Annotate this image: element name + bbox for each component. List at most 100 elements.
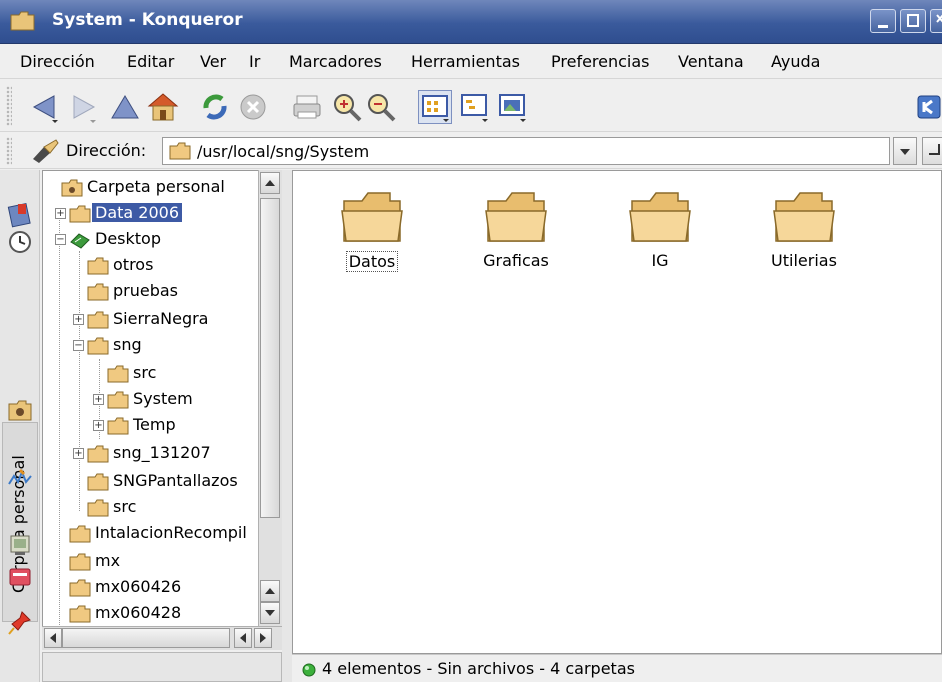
folder-icon — [87, 282, 109, 306]
status-text: 4 elementos - Sin archivos - 4 carpetas — [322, 659, 635, 678]
scroll-thumb[interactable] — [260, 198, 280, 518]
tab-carpeta-personal[interactable]: Carpeta personal — [2, 422, 38, 622]
main-toolbar — [0, 80, 942, 132]
file-item-datos[interactable]: Datos — [307, 189, 437, 289]
sidebar-status-area — [42, 652, 282, 682]
panel-splitter[interactable] — [282, 170, 292, 682]
services-icon[interactable] — [6, 562, 34, 590]
folder-icon — [595, 189, 725, 245]
folder-icon — [87, 336, 109, 360]
menu-preferencias[interactable]: Preferencias — [551, 52, 650, 71]
zoom-out-icon[interactable] — [364, 90, 398, 124]
folder-icon — [69, 578, 91, 602]
expand-icon[interactable]: + — [93, 394, 104, 405]
folder-icon — [107, 390, 129, 414]
scroll-up-button[interactable] — [260, 172, 280, 194]
location-value: /usr/local/sng/System — [197, 142, 370, 161]
location-label: Dirección: — [66, 141, 147, 160]
reload-icon[interactable] — [198, 90, 232, 124]
up-icon[interactable] — [108, 90, 142, 124]
menu-ver[interactable]: Ver — [200, 52, 226, 71]
media-player-icon[interactable] — [6, 464, 34, 492]
folder-icon — [307, 189, 437, 245]
expand-icon[interactable]: + — [73, 314, 84, 325]
file-icon-view[interactable]: Datos Graficas IG Utilerias — [292, 170, 942, 654]
folder-icon — [87, 472, 109, 496]
menu-ventana[interactable]: Ventana — [678, 52, 744, 71]
scroll-down-button[interactable] — [260, 602, 280, 624]
file-name: Datos — [345, 251, 399, 272]
home-icon[interactable] — [146, 90, 180, 124]
file-name: IG — [651, 251, 669, 270]
title-bar[interactable]: System - Konqueror — [0, 0, 942, 44]
collapse-icon[interactable]: − — [73, 340, 84, 351]
menu-herramientas[interactable]: Herramientas — [411, 52, 520, 71]
stop-icon[interactable] — [236, 90, 270, 124]
tree-horizontal-scrollbar[interactable] — [42, 626, 282, 650]
back-icon[interactable] — [28, 90, 62, 124]
folder-icon — [69, 604, 91, 628]
forward-icon[interactable] — [68, 90, 102, 124]
locbar-grip[interactable] — [6, 137, 12, 165]
scroll-left-button-right[interactable] — [234, 628, 252, 648]
expand-icon[interactable]: + — [55, 208, 66, 219]
folder-icon — [69, 524, 91, 548]
folder-icon — [107, 416, 129, 440]
zoom-in-icon[interactable] — [330, 90, 364, 124]
konqueror-icon[interactable] — [914, 90, 942, 124]
location-input[interactable]: /usr/local/sng/System — [162, 137, 890, 165]
folder-icon — [739, 189, 869, 245]
toolbar-grip[interactable] — [6, 86, 12, 126]
tree-vertical-scrollbar[interactable] — [258, 170, 282, 640]
tree-line — [59, 211, 60, 631]
icon-view-icon[interactable] — [418, 90, 452, 124]
folder-icon — [69, 552, 91, 576]
tree-view-icon[interactable] — [458, 90, 492, 124]
file-item-utilerias[interactable]: Utilerias — [739, 189, 869, 289]
folder-icon — [87, 256, 109, 280]
scroll-up-button-lower[interactable] — [260, 580, 280, 602]
close-button[interactable] — [930, 9, 942, 33]
file-name: Utilerias — [771, 251, 837, 270]
folder-tree[interactable]: Carpeta personal + Data 2006 − Desktop o… — [42, 170, 282, 640]
history-icon[interactable] — [6, 228, 34, 256]
folder-icon — [87, 498, 109, 522]
minimize-button[interactable] — [870, 9, 896, 33]
clear-location-icon[interactable] — [30, 137, 60, 169]
folder-icon — [87, 444, 109, 468]
network-folder-icon[interactable] — [6, 530, 34, 558]
maximize-button[interactable] — [900, 9, 926, 33]
folder-icon — [87, 310, 109, 334]
pin-icon[interactable] — [6, 608, 34, 636]
menu-ir[interactable]: Ir — [249, 52, 260, 71]
folder-icon — [107, 364, 129, 388]
location-bar: Dirección: /usr/local/sng/System — [0, 133, 942, 169]
tree-line — [79, 251, 80, 511]
folder-app-icon — [10, 10, 36, 36]
bookmarks-icon[interactable] — [6, 200, 34, 228]
file-item-ig[interactable]: IG — [595, 189, 725, 289]
menu-bar: Dirección Editar Ver Ir Marcadores Herra… — [0, 45, 942, 79]
home-folder-icon — [61, 178, 83, 202]
expand-icon[interactable]: + — [93, 420, 104, 431]
hscroll-thumb[interactable] — [62, 628, 230, 648]
go-button[interactable] — [922, 137, 942, 165]
print-icon[interactable] — [290, 90, 324, 124]
location-dropdown-button[interactable] — [893, 137, 917, 165]
file-name: Graficas — [483, 251, 549, 270]
scroll-left-button[interactable] — [44, 628, 62, 648]
window-title: System - Konqueror — [52, 10, 243, 30]
scroll-right-button[interactable] — [254, 628, 272, 648]
menu-ayuda[interactable]: Ayuda — [771, 52, 820, 71]
home-folder-icon — [6, 396, 34, 424]
expand-icon[interactable]: + — [73, 448, 84, 459]
image-view-icon[interactable] — [496, 90, 530, 124]
file-item-graficas[interactable]: Graficas — [451, 189, 581, 289]
menu-direccion[interactable]: Dirección — [20, 52, 95, 71]
folder-icon — [451, 189, 581, 245]
menu-editar[interactable]: Editar — [127, 52, 174, 71]
status-led-icon — [302, 662, 316, 681]
menu-marcadores[interactable]: Marcadores — [289, 52, 382, 71]
collapse-icon[interactable]: − — [55, 234, 66, 245]
folder-icon — [69, 204, 91, 228]
